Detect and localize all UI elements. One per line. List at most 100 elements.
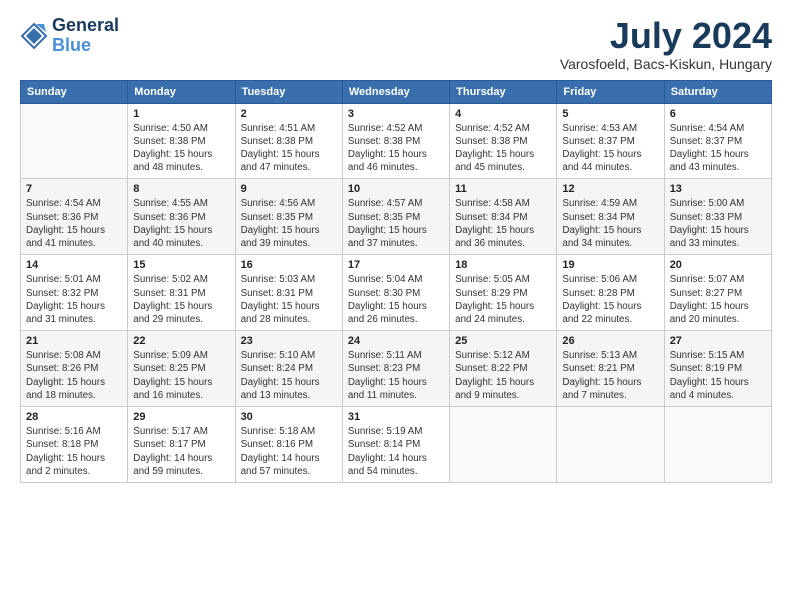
day-info: Sunrise: 5:12 AMSunset: 8:22 PMDaylight:… — [455, 349, 551, 402]
day-info: Sunrise: 5:17 AMSunset: 8:17 PMDaylight:… — [133, 425, 229, 478]
cell-week4-day4: 24 Sunrise: 5:11 AMSunset: 8:23 PMDayligh… — [342, 331, 449, 407]
day-number: 6 — [670, 108, 766, 120]
week-row-1: 1 Sunrise: 4:50 AMSunset: 8:38 PMDaylight… — [21, 103, 772, 179]
day-info: Sunrise: 4:57 AMSunset: 8:35 PMDaylight:… — [348, 197, 444, 250]
day-info: Sunrise: 4:55 AMSunset: 8:36 PMDaylight:… — [133, 197, 229, 250]
day-number: 29 — [133, 411, 229, 423]
col-header-saturday: Saturday — [664, 80, 771, 103]
day-info: Sunrise: 5:16 AMSunset: 8:18 PMDaylight:… — [26, 425, 122, 478]
day-info: Sunrise: 5:18 AMSunset: 8:16 PMDaylight:… — [241, 425, 337, 478]
day-number: 28 — [26, 411, 122, 423]
cell-week5-day1: 28 Sunrise: 5:16 AMSunset: 8:18 PMDayligh… — [21, 407, 128, 483]
cell-week5-day5 — [450, 407, 557, 483]
cell-week5-day7 — [664, 407, 771, 483]
day-number: 16 — [241, 259, 337, 271]
day-info: Sunrise: 4:54 AMSunset: 8:37 PMDaylight:… — [670, 122, 766, 175]
subtitle: Varosfoeld, Bacs-Kiskun, Hungary — [560, 56, 772, 72]
main-title: July 2024 — [560, 16, 772, 56]
day-number: 18 — [455, 259, 551, 271]
day-info: Sunrise: 5:03 AMSunset: 8:31 PMDaylight:… — [241, 273, 337, 326]
day-info: Sunrise: 5:10 AMSunset: 8:24 PMDaylight:… — [241, 349, 337, 402]
day-number: 15 — [133, 259, 229, 271]
day-number: 25 — [455, 335, 551, 347]
week-row-2: 7Sunrise: 4:54 AMSunset: 8:36 PMDaylight… — [21, 179, 772, 255]
cell-week3-day7: 20 Sunrise: 5:07 AMSunset: 8:27 PMDayligh… — [664, 255, 771, 331]
day-info: Sunrise: 5:19 AMSunset: 8:14 PMDaylight:… — [348, 425, 444, 478]
cell-week3-day1: 14Sunrise: 5:01 AMSunset: 8:32 PMDayligh… — [21, 255, 128, 331]
cell-week3-day3: 16 Sunrise: 5:03 AMSunset: 8:31 PMDayligh… — [235, 255, 342, 331]
cell-week4-day1: 21 Sunrise: 5:08 AMSunset: 8:26 PMDayligh… — [21, 331, 128, 407]
cell-week2-day4: 10 Sunrise: 4:57 AMSunset: 8:35 PMDayligh… — [342, 179, 449, 255]
day-number: 30 — [241, 411, 337, 423]
cell-week4-day7: 27 Sunrise: 5:15 AMSunset: 8:19 PMDayligh… — [664, 331, 771, 407]
day-info: Sunrise: 4:56 AMSunset: 8:35 PMDaylight:… — [241, 197, 337, 250]
day-number: 23 — [241, 335, 337, 347]
day-info: Sunrise: 4:52 AMSunset: 8:38 PMDaylight:… — [348, 122, 444, 175]
day-info: Sunrise: 4:50 AMSunset: 8:38 PMDaylight:… — [133, 122, 229, 175]
cell-week1-day6: 5 Sunrise: 4:53 AMSunset: 8:37 PMDaylight… — [557, 103, 664, 179]
day-info: Sunrise: 5:09 AMSunset: 8:25 PMDaylight:… — [133, 349, 229, 402]
day-number: 7 — [26, 183, 122, 195]
col-header-sunday: Sunday — [21, 80, 128, 103]
day-number: 3 — [348, 108, 444, 120]
week-row-3: 14Sunrise: 5:01 AMSunset: 8:32 PMDayligh… — [21, 255, 772, 331]
cell-week4-day3: 23 Sunrise: 5:10 AMSunset: 8:24 PMDayligh… — [235, 331, 342, 407]
day-number: 10 — [348, 183, 444, 195]
day-number: 9 — [241, 183, 337, 195]
cell-week1-day1 — [21, 103, 128, 179]
day-number: 2 — [241, 108, 337, 120]
col-header-thursday: Thursday — [450, 80, 557, 103]
day-number: 26 — [562, 335, 658, 347]
day-number: 4 — [455, 108, 551, 120]
cell-week3-day6: 19Sunrise: 5:06 AMSunset: 8:28 PMDayligh… — [557, 255, 664, 331]
day-number: 20 — [670, 259, 766, 271]
day-info: Sunrise: 5:00 AMSunset: 8:33 PMDaylight:… — [670, 197, 766, 250]
col-header-friday: Friday — [557, 80, 664, 103]
day-info: Sunrise: 5:15 AMSunset: 8:19 PMDaylight:… — [670, 349, 766, 402]
logo-text: GeneralBlue — [52, 16, 119, 56]
cell-week2-day2: 8Sunrise: 4:55 AMSunset: 8:36 PMDaylight… — [128, 179, 235, 255]
cell-week2-day1: 7Sunrise: 4:54 AMSunset: 8:36 PMDaylight… — [21, 179, 128, 255]
day-number: 1 — [133, 108, 229, 120]
day-info: Sunrise: 5:07 AMSunset: 8:27 PMDaylight:… — [670, 273, 766, 326]
cell-week2-day5: 11 Sunrise: 4:58 AMSunset: 8:34 PMDayligh… — [450, 179, 557, 255]
day-info: Sunrise: 5:11 AMSunset: 8:23 PMDaylight:… — [348, 349, 444, 402]
week-row-4: 21 Sunrise: 5:08 AMSunset: 8:26 PMDayligh… — [21, 331, 772, 407]
day-number: 11 — [455, 183, 551, 195]
cell-week1-day3: 2Sunrise: 4:51 AMSunset: 8:38 PMDaylight… — [235, 103, 342, 179]
col-header-wednesday: Wednesday — [342, 80, 449, 103]
cell-week1-day2: 1 Sunrise: 4:50 AMSunset: 8:38 PMDaylight… — [128, 103, 235, 179]
day-number: 21 — [26, 335, 122, 347]
day-info: Sunrise: 4:58 AMSunset: 8:34 PMDaylight:… — [455, 197, 551, 250]
cell-week4-day2: 22Sunrise: 5:09 AMSunset: 8:25 PMDayligh… — [128, 331, 235, 407]
day-number: 14 — [26, 259, 122, 271]
day-info: Sunrise: 4:53 AMSunset: 8:37 PMDaylight:… — [562, 122, 658, 175]
cell-week2-day6: 12Sunrise: 4:59 AMSunset: 8:34 PMDayligh… — [557, 179, 664, 255]
day-info: Sunrise: 5:13 AMSunset: 8:21 PMDaylight:… — [562, 349, 658, 402]
day-number: 24 — [348, 335, 444, 347]
day-number: 12 — [562, 183, 658, 195]
calendar-header-row: SundayMondayTuesdayWednesdayThursdayFrid… — [21, 80, 772, 103]
logo-icon — [20, 22, 48, 50]
cell-week5-day3: 30 Sunrise: 5:18 AMSunset: 8:16 PMDayligh… — [235, 407, 342, 483]
cell-week5-day6 — [557, 407, 664, 483]
cell-week5-day4: 31Sunrise: 5:19 AMSunset: 8:14 PMDayligh… — [342, 407, 449, 483]
day-number: 27 — [670, 335, 766, 347]
cell-week3-day2: 15Sunrise: 5:02 AMSunset: 8:31 PMDayligh… — [128, 255, 235, 331]
cell-week1-day4: 3 Sunrise: 4:52 AMSunset: 8:38 PMDaylight… — [342, 103, 449, 179]
logo: GeneralBlue — [20, 16, 119, 56]
day-info: Sunrise: 5:08 AMSunset: 8:26 PMDaylight:… — [26, 349, 122, 402]
week-row-5: 28 Sunrise: 5:16 AMSunset: 8:18 PMDayligh… — [21, 407, 772, 483]
col-header-tuesday: Tuesday — [235, 80, 342, 103]
cell-week3-day4: 17Sunrise: 5:04 AMSunset: 8:30 PMDayligh… — [342, 255, 449, 331]
title-block: July 2024 Varosfoeld, Bacs-Kiskun, Hunga… — [560, 16, 772, 72]
day-number: 19 — [562, 259, 658, 271]
day-number: 5 — [562, 108, 658, 120]
day-info: Sunrise: 4:52 AMSunset: 8:38 PMDaylight:… — [455, 122, 551, 175]
cell-week1-day5: 4 Sunrise: 4:52 AMSunset: 8:38 PMDaylight… — [450, 103, 557, 179]
cell-week4-day5: 25 Sunrise: 5:12 AMSunset: 8:22 PMDayligh… — [450, 331, 557, 407]
cell-week2-day7: 13Sunrise: 5:00 AMSunset: 8:33 PMDayligh… — [664, 179, 771, 255]
day-info: Sunrise: 5:05 AMSunset: 8:29 PMDaylight:… — [455, 273, 551, 326]
page: GeneralBlue July 2024 Varosfoeld, Bacs-K… — [0, 0, 792, 612]
calendar-body: 1 Sunrise: 4:50 AMSunset: 8:38 PMDaylight… — [21, 103, 772, 482]
